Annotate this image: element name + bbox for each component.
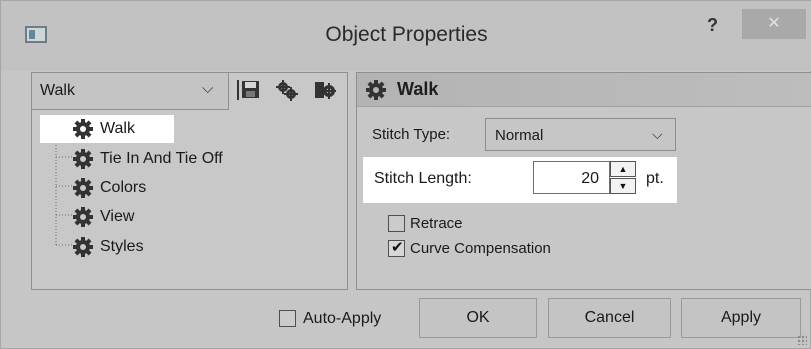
auto-apply-label: Auto-Apply bbox=[303, 310, 382, 327]
gear-icon bbox=[73, 207, 93, 227]
window-title: Object Properties bbox=[325, 23, 488, 46]
tree-item-label: Tie In And Tie Off bbox=[100, 150, 223, 167]
ok-button[interactable]: OK bbox=[419, 298, 537, 338]
stitch-length-input[interactable]: 20 bbox=[533, 161, 610, 194]
auto-apply-checkbox[interactable] bbox=[279, 310, 296, 327]
tree-item-label: Walk bbox=[100, 120, 135, 137]
curve-compensation-label: Curve Compensation bbox=[410, 240, 551, 257]
tree-item-colors[interactable]: Colors bbox=[72, 174, 146, 202]
close-icon: ✕ bbox=[767, 15, 781, 32]
help-button[interactable]: ? bbox=[707, 15, 718, 36]
apply-button[interactable]: Apply bbox=[681, 298, 801, 338]
chevron-down-icon: ⌵ bbox=[202, 80, 214, 97]
object-tree-pane: Walk ⌵ Walk Tie In And Tie Off Colors Vi… bbox=[31, 72, 348, 290]
tree-item-label: Styles bbox=[100, 238, 144, 255]
chevron-down-icon: ⌵ bbox=[652, 126, 663, 142]
spin-up-button[interactable]: ▲ bbox=[610, 161, 636, 177]
stitch-type-value: Normal bbox=[495, 127, 544, 144]
section-title: Walk bbox=[397, 79, 439, 99]
tree-item-label: Colors bbox=[100, 179, 147, 196]
settings-export-icon[interactable] bbox=[313, 79, 337, 101]
tree-item-view[interactable]: View bbox=[72, 203, 134, 231]
object-combo-value: Walk bbox=[40, 82, 75, 99]
save-icon[interactable] bbox=[237, 79, 261, 101]
object-combo-box[interactable]: Walk ⌵ bbox=[32, 73, 229, 110]
tree-item-styles[interactable]: Styles bbox=[72, 233, 144, 261]
cancel-button[interactable]: Cancel bbox=[548, 298, 671, 338]
stitch-length-label: Stitch Length: bbox=[374, 170, 472, 187]
spin-down-button[interactable]: ▼ bbox=[610, 178, 636, 194]
tree-item-label: View bbox=[100, 208, 135, 225]
gear-icon bbox=[73, 178, 93, 198]
stitch-length-unit: pt. bbox=[646, 170, 664, 187]
gear-icon bbox=[73, 149, 93, 169]
stitch-type-label: Stitch Type: bbox=[372, 126, 451, 143]
resize-grip[interactable] bbox=[797, 335, 807, 345]
stitch-type-select[interactable]: Normal ⌵ bbox=[485, 118, 676, 151]
gear-icon bbox=[73, 237, 93, 257]
curve-compensation-checkbox[interactable]: ✔ bbox=[388, 239, 405, 257]
gears-icon[interactable] bbox=[275, 79, 299, 101]
close-button[interactable]: ✕ bbox=[742, 9, 806, 39]
gear-icon bbox=[366, 80, 386, 100]
retrace-label: Retrace bbox=[410, 215, 463, 232]
stitch-length-value: 20 bbox=[581, 170, 599, 187]
object-tree: Walk Tie In And Tie Off Colors View Styl… bbox=[32, 111, 347, 289]
section-header: Walk bbox=[357, 73, 811, 107]
tree-item-tie-in-and-tie-off[interactable]: Tie In And Tie Off bbox=[72, 145, 223, 173]
retrace-checkbox[interactable] bbox=[388, 215, 405, 232]
object-properties-dialog: Object Properties ? ✕ Walk ⌵ Walk Tie In… bbox=[0, 0, 811, 349]
checkmark-icon: ✔ bbox=[391, 239, 404, 256]
title-bar[interactable]: Object Properties ? ✕ bbox=[1, 1, 811, 71]
stitch-length-spinner: ▲ ▼ bbox=[610, 161, 636, 194]
gear-icon bbox=[73, 119, 93, 139]
tree-item-walk[interactable]: Walk bbox=[40, 115, 174, 143]
